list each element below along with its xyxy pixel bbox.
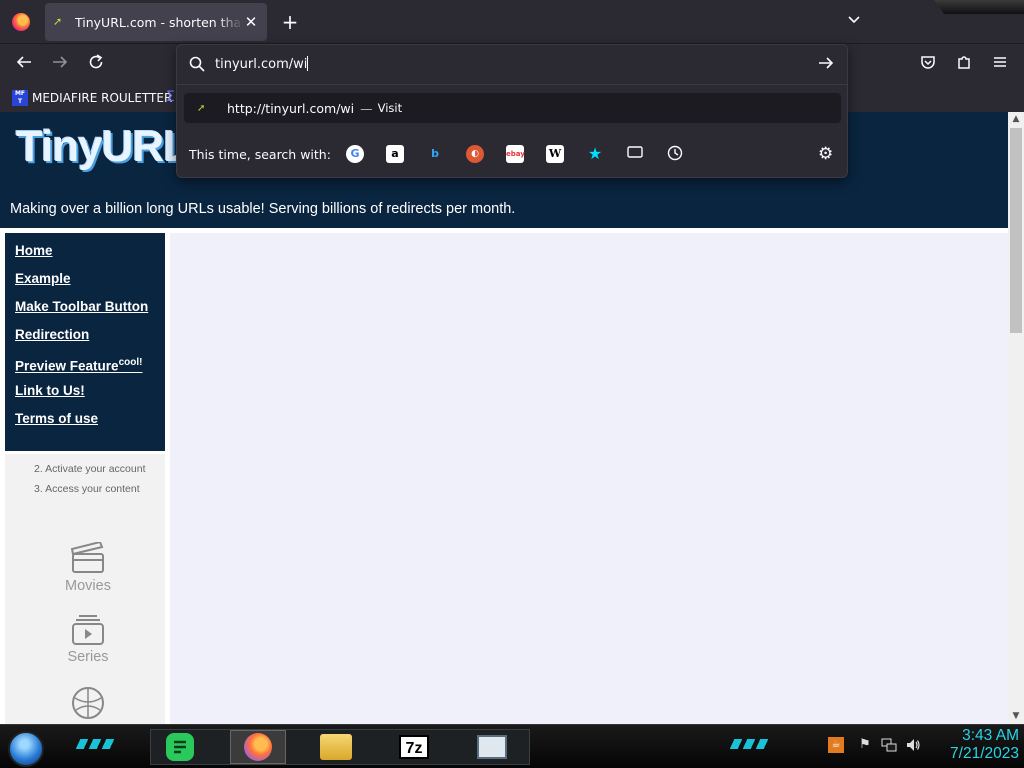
java-tray-icon[interactable]: ☕ xyxy=(828,737,844,753)
duckduckgo-search-icon[interactable]: ◐ xyxy=(466,145,484,163)
sidebar-item-home[interactable]: Home xyxy=(15,241,165,269)
pocket-icon[interactable] xyxy=(916,53,940,77)
google-search-icon[interactable]: G xyxy=(346,145,364,163)
new-tab-button[interactable]: + xyxy=(280,10,300,34)
sidebar-item-example[interactable]: Example xyxy=(15,269,165,297)
clock-time: 3:43 AM xyxy=(962,727,1019,744)
history-clock-icon[interactable] xyxy=(666,145,684,163)
extensions-puzzle-icon[interactable] xyxy=(952,53,976,77)
tinyurl-favicon-icon: ➚ xyxy=(197,102,206,114)
start-orb-button[interactable] xyxy=(8,731,44,767)
forward-arrow-icon[interactable] xyxy=(48,53,72,77)
taskbar-7zip-app[interactable]: 7z xyxy=(386,730,442,764)
ebay-search-icon[interactable]: ebay xyxy=(506,145,525,163)
7zip-icon: 7z xyxy=(399,735,429,759)
cool-badge: cool! xyxy=(118,357,143,368)
suggestion-separator: — xyxy=(360,100,373,116)
sports-ball-icon[interactable] xyxy=(71,686,105,719)
network-icon[interactable] xyxy=(881,737,897,757)
urlbar-dropdown: tinyurl.com/wi ➚ http://tinyurl.com/wi —… xyxy=(176,44,848,178)
taskbar-firefox-app[interactable] xyxy=(230,730,286,764)
scroll-up-arrow-icon[interactable]: ▲ xyxy=(1011,114,1021,124)
tab-strip: ➚ TinyURL.com - shorten that long URL in… xyxy=(0,0,1024,44)
ad-step: 3. Access your content xyxy=(34,483,140,495)
sidebar-ad: 2. Activate your account 3. Access your … xyxy=(5,454,165,724)
web-page: TinyURL Making over a billion long URLs … xyxy=(0,112,1008,724)
sidebar-item-label: Preview Feature xyxy=(15,358,119,374)
tinyurl-logo[interactable]: TinyURL xyxy=(16,122,190,172)
series-label[interactable]: Series xyxy=(5,649,171,665)
search-icon xyxy=(189,56,205,72)
site-tagline: Making over a billion long URLs usable! … xyxy=(10,201,516,217)
page-scrollbar[interactable]: ▲ ▼ xyxy=(1008,112,1024,724)
search-settings-gear-icon[interactable]: ⚙ xyxy=(818,144,833,164)
sidebar-item-terms-of-use[interactable]: Terms of use xyxy=(15,409,165,437)
taskbar-decoration xyxy=(75,739,117,749)
main-content-area xyxy=(170,233,1008,724)
amazon-search-icon[interactable]: a xyxy=(386,145,404,163)
sidebar-item-make-toolbar-button[interactable]: Make Toolbar Button xyxy=(15,297,165,325)
taskbar-decoration xyxy=(729,739,771,749)
urlbar[interactable]: tinyurl.com/wi xyxy=(177,45,847,85)
sidebar-nav: Home Example Make Toolbar Button Redirec… xyxy=(5,233,165,451)
sidebar-item-redirection[interactable]: Redirection xyxy=(15,325,165,353)
notes-app-icon xyxy=(166,733,194,761)
scrollbar-thumb[interactable] xyxy=(1010,128,1022,333)
taskbar-clock[interactable]: 3:43 AM 7/21/2023 xyxy=(925,727,1019,763)
clock-date: 7/21/2023 xyxy=(950,745,1019,762)
taskbar-file-explorer-app[interactable] xyxy=(308,730,364,764)
go-arrow-icon[interactable] xyxy=(817,54,835,77)
tinyurl-favicon-icon: ➚ xyxy=(53,15,63,28)
firefox-menu-icon[interactable] xyxy=(12,13,30,31)
ad-step: 2. Activate your account xyxy=(34,463,146,475)
action-center-flag-icon[interactable]: ⚑ xyxy=(857,737,873,752)
list-all-tabs-chevron-icon[interactable] xyxy=(845,12,863,30)
series-play-icon[interactable] xyxy=(71,614,105,645)
bookmark-mediafire-rouletter[interactable]: MF T MEDIAFIRE ROULETTER xyxy=(12,90,172,106)
tabs-icon[interactable] xyxy=(626,145,644,163)
clapperboard-icon[interactable] xyxy=(70,540,105,573)
one-off-search-bar: This time, search with: G a b ◐ ebay W ★… xyxy=(177,137,847,173)
tab-tinyurl[interactable]: ➚ TinyURL.com - shorten that long URL in… xyxy=(45,3,267,41)
taskbar-document-app[interactable] xyxy=(464,730,520,764)
suggestion-action: Visit xyxy=(377,101,403,115)
url-input[interactable]: tinyurl.com/wi xyxy=(215,56,795,72)
wikipedia-search-icon[interactable]: W xyxy=(546,145,564,163)
suggestion-url: http://tinyurl.com/wi xyxy=(227,100,355,116)
bookmark-label: MEDIAFIRE ROULETTER xyxy=(32,91,173,105)
hamburger-menu-icon[interactable] xyxy=(988,53,1012,77)
reload-icon[interactable] xyxy=(84,53,108,77)
bookmarks-star-icon[interactable]: ★ xyxy=(586,145,604,163)
taskbar: 7z ☕ ⚑ 3:43 AM 7/21/2023 xyxy=(0,724,1024,768)
movies-label[interactable]: Movies xyxy=(5,578,171,594)
mediafire-rouletter-icon: MF T xyxy=(12,90,28,106)
bookmark-sigma-icon[interactable]: Σ xyxy=(166,89,175,105)
window-frame-decoration xyxy=(934,0,1024,14)
url-input-value: tinyurl.com/wi xyxy=(215,57,308,72)
url-suggestion-row[interactable]: ➚ http://tinyurl.com/wi — Visit xyxy=(184,93,841,123)
tab-title: TinyURL.com - shorten that long URL into… xyxy=(75,14,243,30)
bing-search-icon[interactable]: b xyxy=(426,145,444,163)
one-off-label: This time, search with: xyxy=(189,147,331,162)
document-viewer-icon xyxy=(477,735,507,759)
firefox-icon xyxy=(244,733,272,761)
back-arrow-icon[interactable] xyxy=(12,53,36,77)
taskbar-notes-app[interactable] xyxy=(152,730,208,764)
text-caret xyxy=(307,56,309,71)
folder-icon xyxy=(320,734,352,760)
scroll-down-arrow-icon[interactable]: ▼ xyxy=(1011,711,1021,721)
sidebar-item-link-to-us[interactable]: Link to Us! xyxy=(15,381,165,409)
sidebar-item-preview-feature[interactable]: Preview Featurecool! xyxy=(15,353,165,381)
tab-close-icon[interactable]: ✕ xyxy=(243,13,259,31)
volume-speaker-icon[interactable] xyxy=(905,737,921,757)
